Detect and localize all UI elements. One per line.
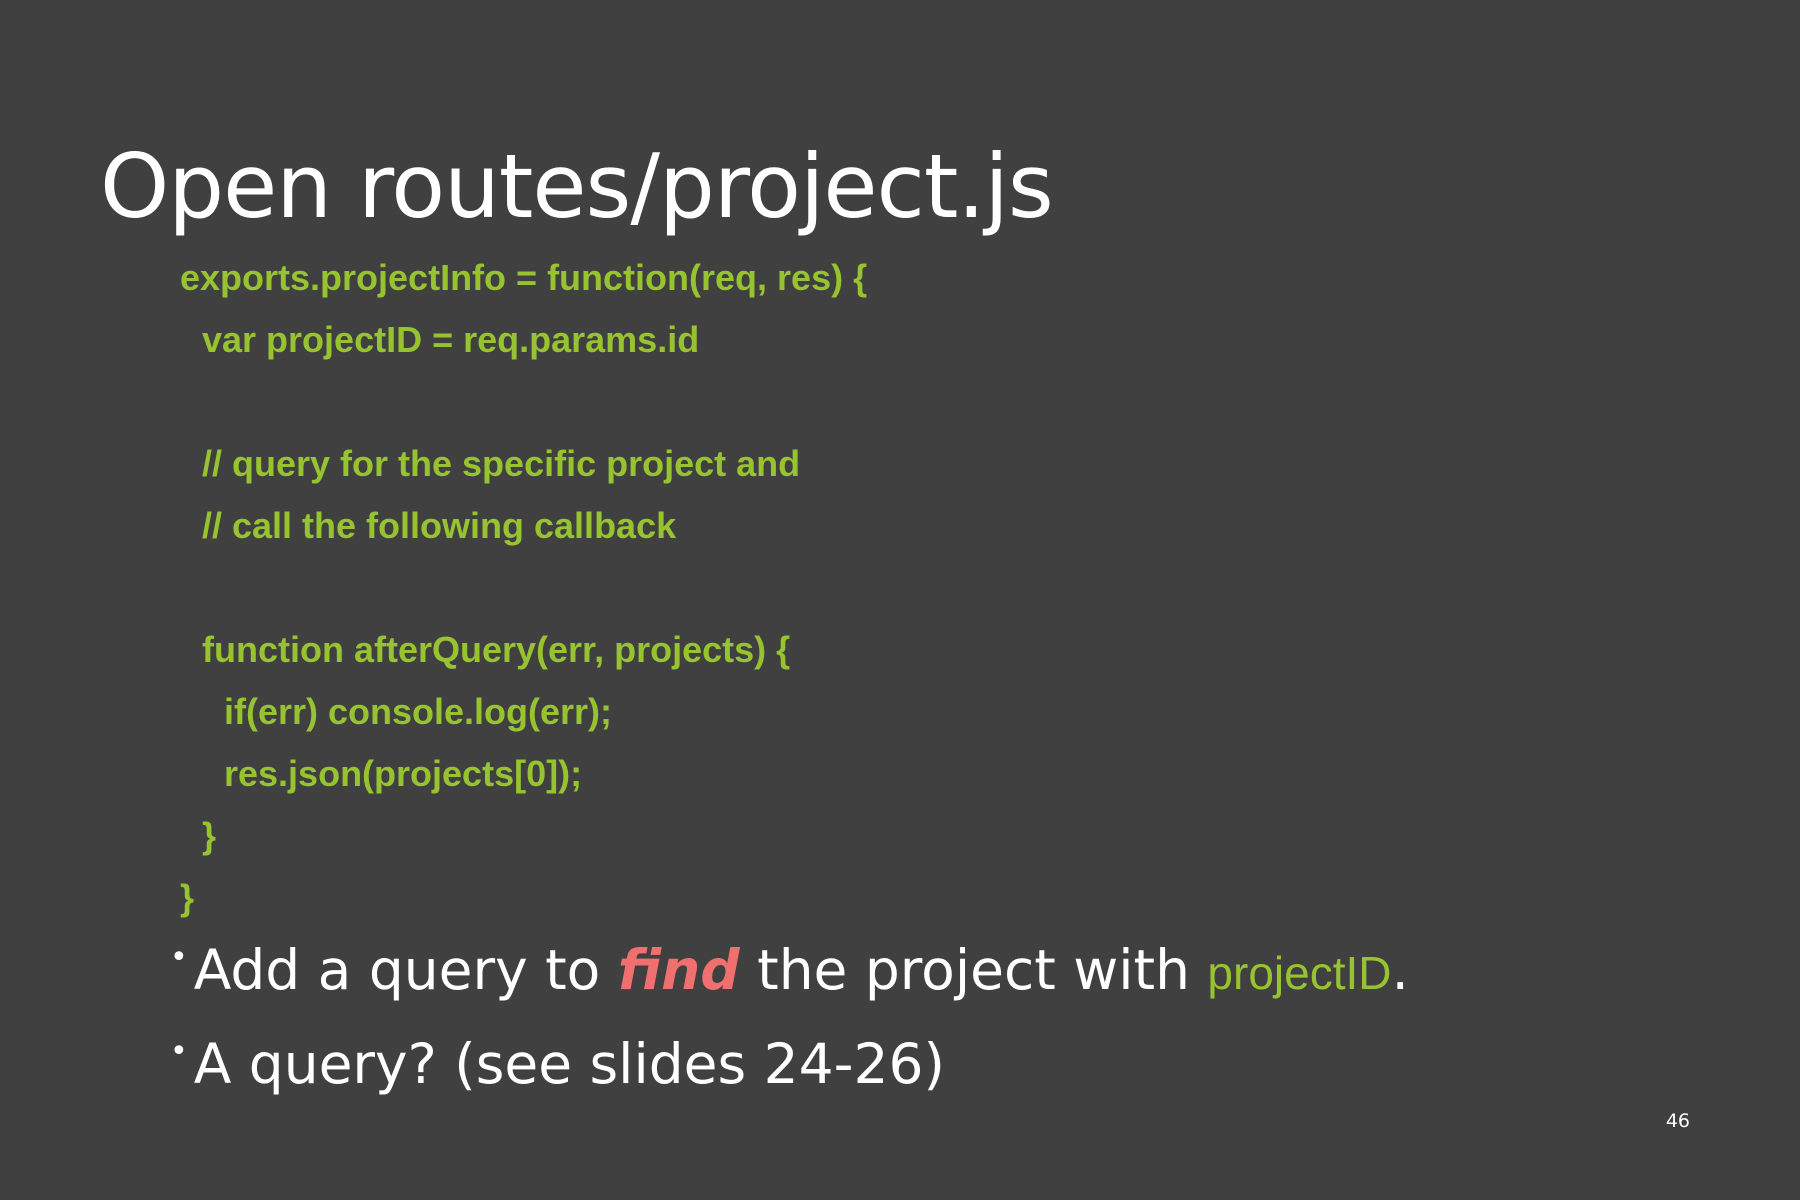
bullet-marker: • (170, 940, 188, 975)
code-line: exports.projectInfo = function(req, res)… (180, 257, 868, 298)
bullet-item: • A query? (see slides 24-26) (170, 1012, 945, 1096)
code-line: } (202, 815, 217, 856)
code-line: if(err) console.log(err); (224, 691, 613, 732)
code-line: function afterQuery(err, projects) { (202, 629, 791, 670)
bullet-text: A query? (see slides 24-26) (193, 1032, 945, 1096)
bullet-text: the project with (739, 938, 1208, 1002)
bullet-emphasis: find (617, 938, 740, 1002)
bullet-text: Add a query to (193, 938, 618, 1002)
code-line: // call the following callback (202, 505, 677, 546)
bullet-marker: • (170, 1034, 188, 1069)
inline-code: projectID (1207, 947, 1392, 999)
code-line: // query for the specific project and (202, 443, 801, 484)
code-line: var projectID = req.params.id (202, 319, 700, 360)
page-number: 46 (1665, 1110, 1690, 1132)
bullet-text: . (1391, 938, 1409, 1002)
bullet-item: • Add a query to find the project with pr… (170, 918, 1409, 1002)
slide-title: Open routes/project.js (100, 135, 1054, 238)
slide: Open routes/project.js exports.projectIn… (0, 0, 1800, 1200)
code-line: res.json(projects[0]); (224, 753, 583, 794)
